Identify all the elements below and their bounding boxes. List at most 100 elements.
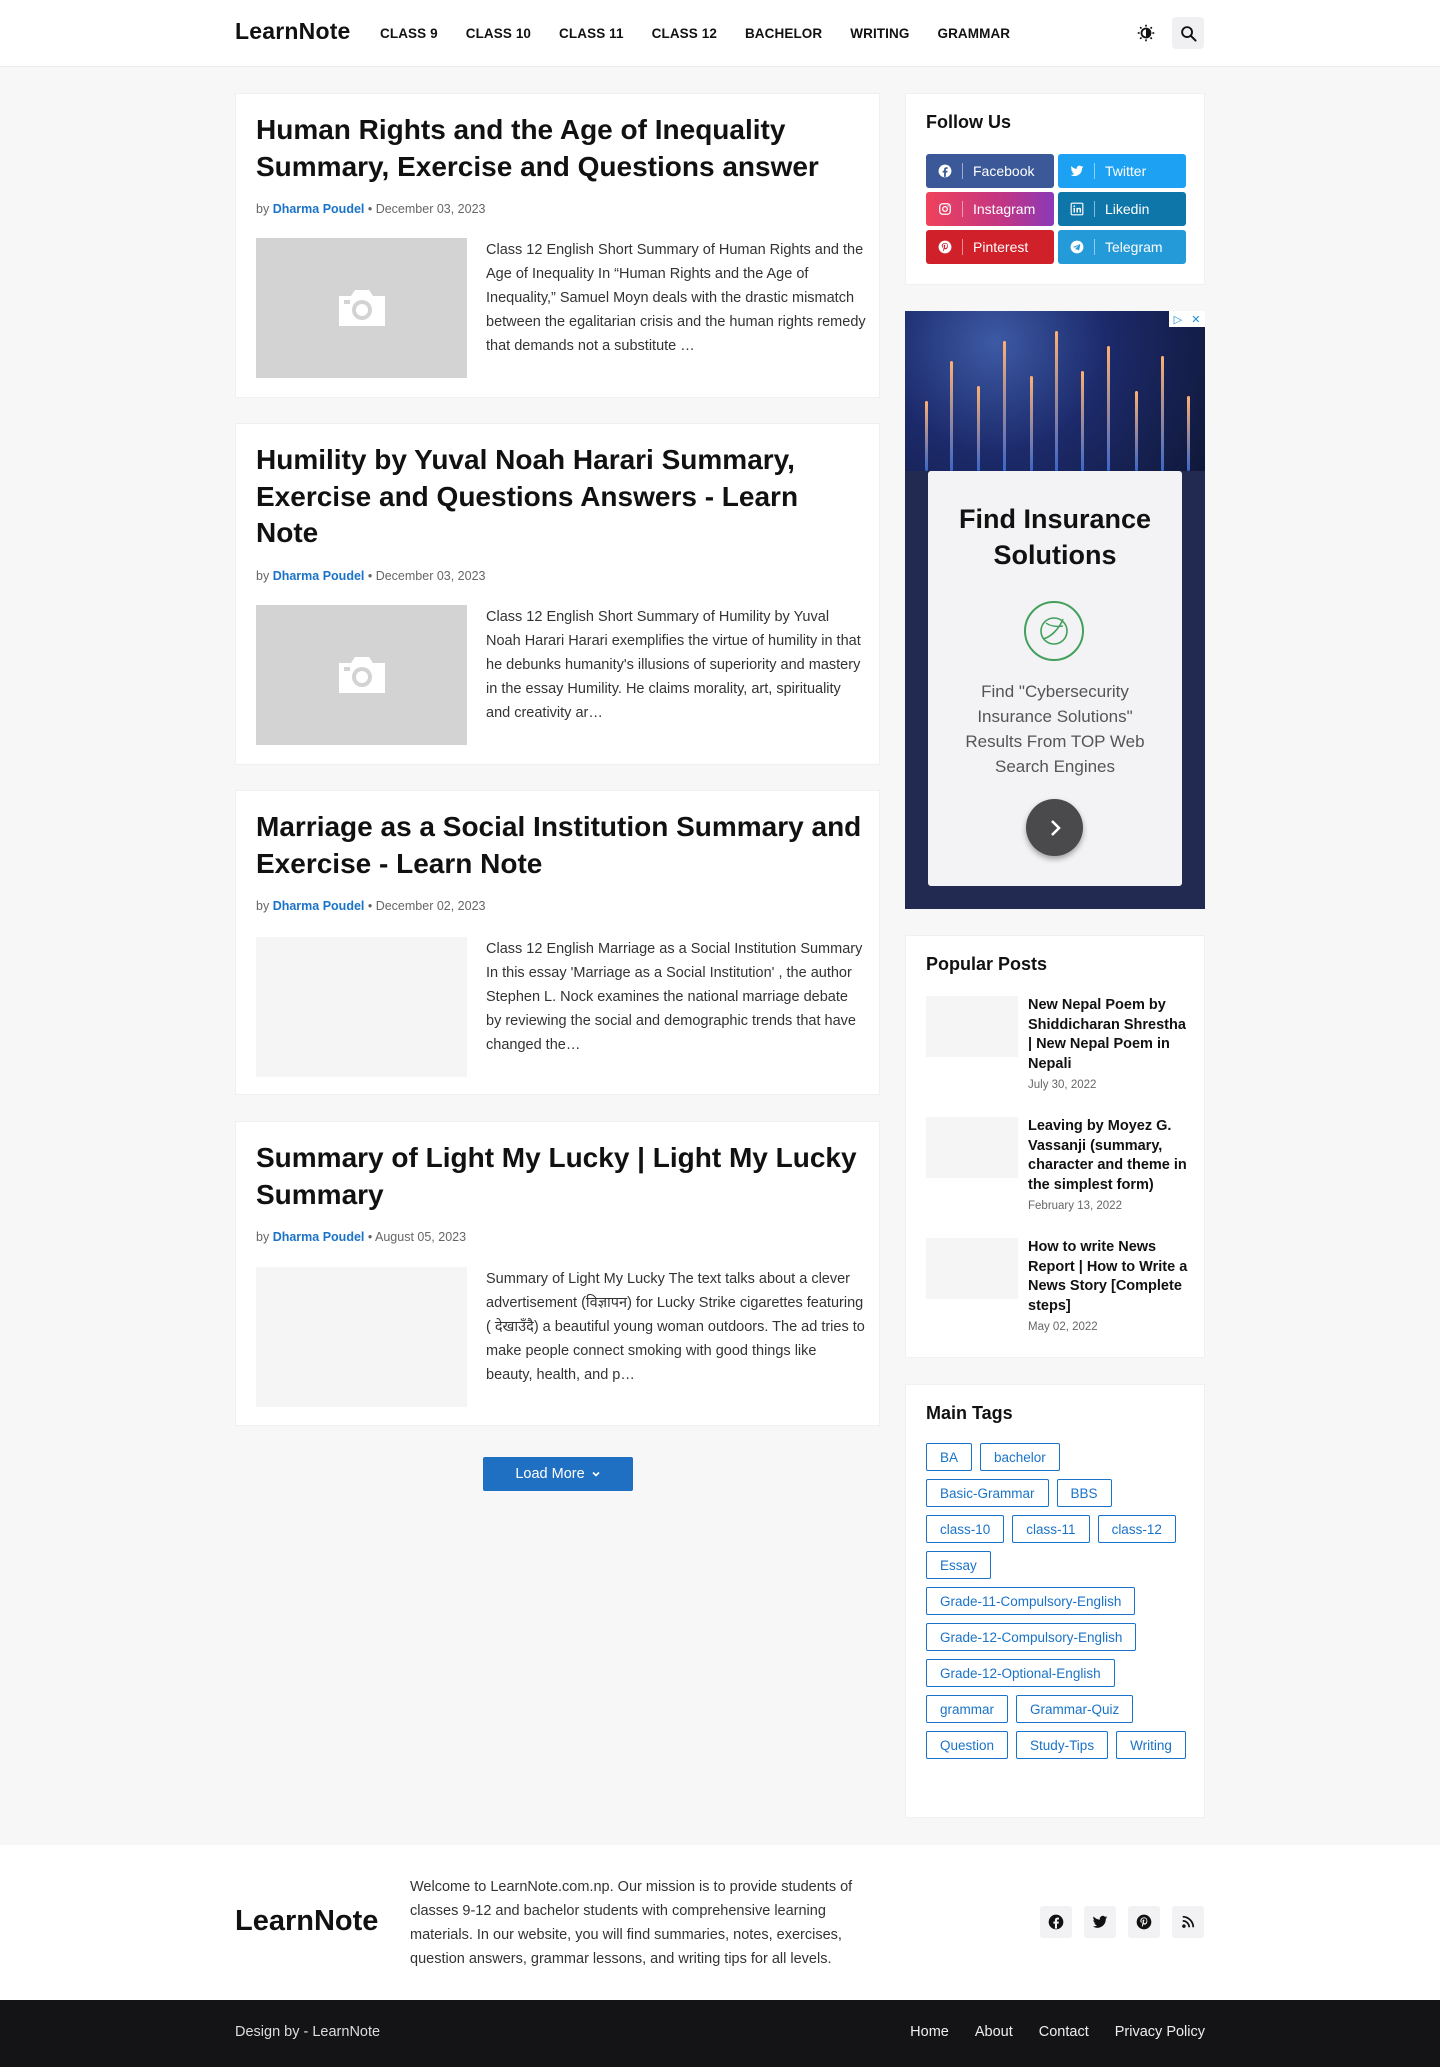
twitter-icon[interactable] [1084, 1906, 1116, 1938]
post-card: Summary of Light My Lucky | Light My Luc… [235, 1121, 880, 1426]
popular-post-date: July 30, 2022 [1028, 1079, 1097, 1091]
tag-writing[interactable]: Writing [1116, 1731, 1186, 1759]
footer-logo[interactable]: LearnNote [235, 1905, 378, 1938]
rss-icon[interactable] [1172, 1906, 1204, 1938]
tag-class-12[interactable]: class-12 [1097, 1515, 1176, 1543]
tag-class-11[interactable]: class-11 [1012, 1515, 1090, 1543]
popular-post-date: February 13, 2022 [1028, 1200, 1122, 1212]
popular-post-thumbnail[interactable] [926, 1238, 1018, 1299]
popular-post-thumbnail[interactable] [926, 1117, 1018, 1178]
tag-bachelor[interactable]: bachelor [980, 1443, 1060, 1471]
tag-ba[interactable]: BA [926, 1443, 973, 1471]
post-title[interactable]: Humility by Yuval Noah Harari Summary, E… [256, 442, 866, 552]
twitter-button[interactable]: Twitter [1058, 154, 1186, 188]
facebook-button[interactable]: Facebook [926, 154, 1054, 188]
close-icon: ✕ [1191, 313, 1201, 326]
theme-toggle-icon[interactable] [1130, 17, 1162, 49]
post-excerpt: Class 12 English Short Summary of Human … [486, 242, 866, 354]
ad-title: Find Insurance Solutions [958, 504, 1152, 570]
tag-grade-12-compulsory-english[interactable]: Grade-12-Compulsory-English [926, 1623, 1137, 1651]
bottom-bar: Design by - LearnNote Home About Contact… [0, 2000, 1440, 2067]
post-meta: by Dharma Poudel • August 05, 2023 [256, 1230, 467, 1244]
post-author[interactable]: Dharma Poudel [273, 569, 365, 583]
facebook-icon[interactable] [1040, 1906, 1072, 1938]
footer-link-privacy-policy[interactable]: Privacy Policy [1115, 2024, 1205, 2040]
post-date: December 02, 2023 [375, 899, 486, 913]
post-excerpt: Class 12 English Marriage as a Social In… [486, 941, 863, 1053]
telegram-button[interactable]: Telegram [1058, 230, 1186, 264]
follow-us-widget: Follow Us Facebook Twitter Instagram Lik… [905, 93, 1205, 285]
post-thumbnail[interactable] [256, 605, 467, 745]
post-author[interactable]: Dharma Poudel [273, 899, 365, 913]
post-title[interactable]: Summary of Light My Lucky | Light My Luc… [256, 1140, 866, 1213]
linkedin-icon [1070, 202, 1084, 216]
tag-grade-11-compulsory-english[interactable]: Grade-11-Compulsory-English [926, 1587, 1136, 1615]
post-author[interactable]: Dharma Poudel [273, 1230, 365, 1244]
post-card: Human Rights and the Age of Inequality S… [235, 93, 880, 398]
site-footer: LearnNote Welcome to LearnNote.com.np. O… [0, 1845, 1440, 2000]
linkedin-button[interactable]: Likedin [1058, 192, 1186, 226]
footer-link-contact[interactable]: Contact [1039, 2024, 1089, 2040]
footer-links: Home About Contact Privacy Policy [884, 2024, 1205, 2040]
post-card: Marriage as a Social Institution Summary… [235, 790, 880, 1095]
ad-arrow-button[interactable] [1026, 799, 1083, 856]
tag-grammar-quiz[interactable]: Grammar-Quiz [1016, 1695, 1134, 1723]
pinterest-icon [938, 240, 952, 254]
popular-post-date: May 02, 2022 [1028, 1321, 1098, 1333]
post-card: Humility by Yuval Noah Harari Summary, E… [235, 423, 880, 765]
tag-class-10[interactable]: class-10 [926, 1515, 1005, 1543]
advertisement[interactable]: ▷ ✕ Find Insurance Solutions Find "Cybers… [905, 311, 1205, 909]
widget-title: Main Tags [926, 1403, 1013, 1423]
nav-grammar[interactable]: GRAMMAR [937, 26, 1010, 41]
post-title[interactable]: Marriage as a Social Institution Summary… [256, 809, 866, 882]
design-credit: Design by - LearnNote [235, 2024, 381, 2040]
footer-link-about[interactable]: About [975, 2024, 1013, 2040]
main-tags-widget: Main Tags BA bachelor Basic-Grammar BBS … [905, 1384, 1205, 1818]
popular-post-title[interactable]: How to write News Report | How to Write … [1028, 1238, 1188, 1316]
post-meta: by Dharma Poudel • December 03, 2023 [256, 202, 486, 216]
tag-grammar[interactable]: grammar [926, 1695, 1009, 1723]
nav-writing[interactable]: WRITING [850, 26, 909, 41]
globe-icon [1024, 601, 1084, 661]
popular-post-title[interactable]: New Nepal Poem by Shiddicharan Shrestha … [1028, 996, 1188, 1074]
tag-study-tips[interactable]: Study-Tips [1016, 1731, 1109, 1759]
tag-bbs[interactable]: BBS [1056, 1479, 1112, 1507]
ad-close-button[interactable]: ▷ ✕ [1169, 311, 1205, 327]
post-author[interactable]: Dharma Poudel [273, 202, 365, 216]
nav-class-9[interactable]: CLASS 9 [380, 26, 438, 41]
post-thumbnail[interactable] [256, 1267, 467, 1407]
ad-banner-image [905, 311, 1205, 471]
search-icon[interactable] [1172, 17, 1204, 49]
tag-basic-grammar[interactable]: Basic-Grammar [926, 1479, 1049, 1507]
post-meta: by Dharma Poudel • December 03, 2023 [256, 569, 486, 583]
load-more-button[interactable]: Load More [483, 1457, 633, 1491]
popular-post-item[interactable]: How to write News Report | How to Write … [926, 1238, 1188, 1338]
ad-text: Find "Cybersecurity Insurance Solutions"… [965, 682, 1145, 776]
post-excerpt: Class 12 English Short Summary of Humili… [486, 609, 861, 721]
pinterest-icon[interactable] [1128, 1906, 1160, 1938]
popular-post-title[interactable]: Leaving by Moyez G. Vassanji (summary, c… [1028, 1117, 1188, 1195]
post-thumbnail[interactable] [256, 937, 467, 1077]
tag-question[interactable]: Question [926, 1731, 1009, 1759]
nav-class-10[interactable]: CLASS 10 [466, 26, 531, 41]
instagram-button[interactable]: Instagram [926, 192, 1054, 226]
camera-icon [338, 290, 385, 326]
pinterest-button[interactable]: Pinterest [926, 230, 1054, 264]
post-excerpt: Summary of Light My Lucky The text talks… [486, 1271, 865, 1383]
tag-grade-12-optional-english[interactable]: Grade-12-Optional-English [926, 1659, 1115, 1687]
site-logo[interactable]: LearnNote [235, 18, 351, 45]
chevron-down-icon [592, 1471, 600, 1477]
tag-essay[interactable]: Essay [926, 1551, 991, 1579]
nav-class-12[interactable]: CLASS 12 [652, 26, 717, 41]
post-date: December 03, 2023 [375, 569, 486, 583]
main-nav: CLASS 9 CLASS 10 CLASS 11 CLASS 12 BACHE… [380, 0, 1038, 66]
footer-link-home[interactable]: Home [910, 2024, 949, 2040]
popular-post-item[interactable]: Leaving by Moyez G. Vassanji (summary, c… [926, 1117, 1188, 1217]
post-title[interactable]: Human Rights and the Age of Inequality S… [256, 112, 866, 185]
nav-class-11[interactable]: CLASS 11 [559, 26, 624, 41]
nav-bachelor[interactable]: BACHELOR [745, 26, 822, 41]
popular-post-thumbnail[interactable] [926, 996, 1018, 1057]
popular-post-item[interactable]: New Nepal Poem by Shiddicharan Shrestha … [926, 996, 1186, 1096]
post-thumbnail[interactable] [256, 238, 467, 378]
popular-posts-widget: Popular Posts New Nepal Poem by Shiddich… [905, 935, 1205, 1358]
